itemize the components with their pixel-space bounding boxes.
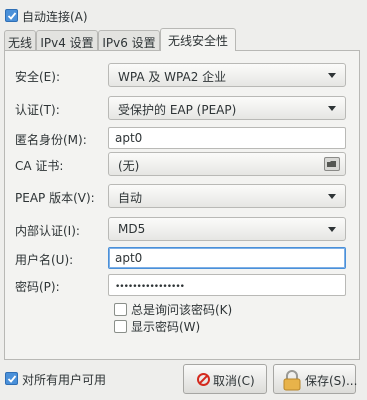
tab-wireless-security-label: 无线安全性: [167, 34, 228, 48]
peap-version-value: 自动: [118, 191, 143, 205]
tab-wireless-security[interactable]: 无线安全性: [160, 28, 236, 51]
dropdown-arrow-icon: [328, 73, 336, 78]
tab-wireless[interactable]: 无线: [4, 30, 36, 50]
show-password-label: 显示密码(W): [131, 320, 201, 334]
username-input[interactable]: apt0: [108, 247, 346, 269]
tab-ipv4-label: IPv4 设置: [40, 36, 94, 50]
username-label: 用户名(U):: [15, 253, 74, 267]
tab-ipv6[interactable]: IPv6 设置: [98, 30, 160, 50]
lock-icon: [283, 370, 301, 391]
cancel-icon: [197, 373, 210, 386]
security-value: WPA 及 WPA2 企业: [118, 70, 227, 84]
auto-connect-label: 自动连接(A): [22, 10, 88, 24]
tab-ipv4[interactable]: IPv4 设置: [36, 30, 98, 50]
peap-version-combo[interactable]: 自动: [108, 184, 346, 208]
anonymous-identity-label: 匿名身份(M):: [15, 133, 87, 147]
folder-open-icon: [324, 157, 340, 171]
auth-combo[interactable]: 受保护的 EAP (PEAP): [108, 96, 346, 120]
password-label: 密码(P):: [15, 280, 60, 294]
save-button[interactable]: 保存(S)...: [273, 364, 358, 394]
auth-value: 受保护的 EAP (PEAP): [118, 103, 237, 117]
save-button-label: 保存(S)...: [305, 374, 358, 388]
always-ask-password-label: 总是询问该密码(K): [131, 303, 233, 317]
dropdown-arrow-icon: [328, 227, 336, 232]
anonymous-identity-input[interactable]: apt0: [108, 127, 346, 149]
ca-cert-value: (无): [118, 159, 140, 173]
cancel-button-label: 取消(C): [213, 374, 255, 388]
auth-label: 认证(T):: [15, 103, 60, 117]
password-input[interactable]: ••••••••••••••••: [108, 274, 346, 296]
security-combo[interactable]: WPA 及 WPA2 企业: [108, 63, 346, 87]
dropdown-arrow-icon: [328, 194, 336, 199]
tab-ipv6-label: IPv6 设置: [102, 36, 156, 50]
inner-auth-value: MD5: [118, 222, 146, 236]
ca-cert-chooser[interactable]: (无): [108, 152, 346, 176]
inner-auth-label: 内部认证(I):: [15, 224, 80, 238]
username-value: apt0: [115, 251, 143, 265]
show-password-checkbox[interactable]: [114, 320, 127, 333]
ca-cert-label: CA 证书:: [15, 159, 64, 173]
dropdown-arrow-icon: [328, 106, 336, 111]
peap-version-label: PEAP 版本(V):: [15, 191, 95, 205]
checkmark-icon: [7, 12, 17, 20]
always-ask-password-checkbox[interactable]: [114, 303, 127, 316]
security-label: 安全(E):: [15, 70, 60, 84]
anonymous-identity-value: apt0: [115, 131, 143, 145]
all-users-checkbox[interactable]: [5, 372, 18, 385]
cancel-button[interactable]: 取消(C): [183, 364, 267, 394]
checkmark-icon: [7, 375, 17, 383]
all-users-label: 对所有用户可用: [22, 373, 107, 387]
auto-connect-checkbox[interactable]: [5, 9, 18, 22]
inner-auth-combo[interactable]: MD5: [108, 217, 346, 241]
tab-wireless-label: 无线: [7, 36, 32, 50]
password-value: ••••••••••••••••: [115, 282, 185, 292]
